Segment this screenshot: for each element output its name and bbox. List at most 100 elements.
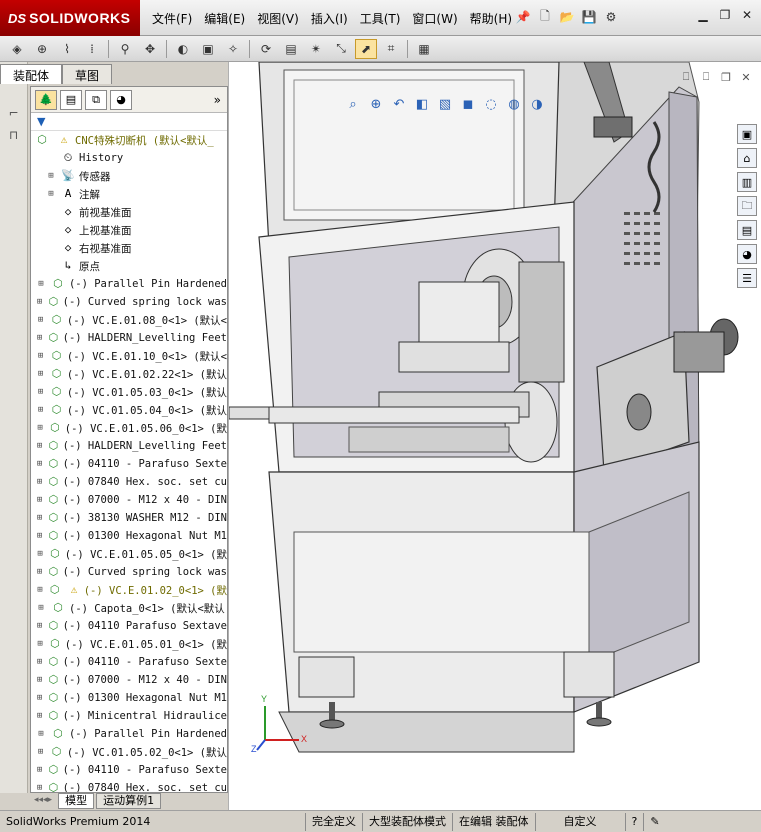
tree-item[interactable]: ⊞ ⬡ (-) HALDERN_Levelling Feet	[31, 329, 227, 347]
menu-insert[interactable]: 插入(I)	[305, 8, 354, 29]
solidworks-logo[interactable]: DS SOLIDWORKS	[0, 0, 140, 36]
tree-item[interactable]: ⊞ ⬡ (-) 38130 WASHER M12 - DIN	[31, 509, 227, 527]
tree-item[interactable]: ⊞ ⬡ (-) VC.E.01.05.05_0<1> (默	[31, 545, 227, 563]
expand-toggle-icon[interactable]: ⊞	[35, 386, 46, 398]
sketch-icon[interactable]: ⌐	[5, 106, 23, 122]
configuration-manager-icon[interactable]: ⧉	[85, 89, 107, 110]
expand-toggle-icon[interactable]: ⊞	[35, 656, 44, 668]
graphics-area[interactable]: ⎕ ⎕ ❐ ✕ ⌕ ⊕ ↶ ◧ ▧ ◼ ◌ ◍ ◑ ▣ ⌂ ▥ 🗀 ▤ ◕ ☰	[228, 62, 761, 810]
tree-item[interactable]: ↳ 原点	[31, 257, 227, 275]
expand-toggle-icon[interactable]: ⊞	[35, 278, 47, 290]
expand-toggle-icon[interactable]: ⊞	[35, 494, 44, 506]
tree-item[interactable]: ⊞ ⬡ (-) HALDERN_Levelling Feet	[31, 437, 227, 455]
menu-file[interactable]: 文件(F)	[146, 8, 198, 29]
previous-view-icon[interactable]: ↶	[389, 94, 409, 114]
dimension-icon[interactable]: ⊓	[5, 128, 23, 144]
expand-toggle-icon[interactable]: ⊞	[35, 530, 44, 542]
tree-item[interactable]: ⊞ ⬡ (-) 04110 - Parafuso Sexte	[31, 455, 227, 473]
tree-item[interactable]: ◇ 上视基准面	[31, 221, 227, 239]
assembly-features-icon[interactable]: ▣	[197, 39, 219, 59]
tree-item[interactable]: ⊞ ⬡ (-) VC.E.01.05.06_0<1> (默	[31, 419, 227, 437]
save-icon[interactable]: 💾	[580, 7, 598, 27]
expand-toggle-icon[interactable]: ⊞	[35, 476, 44, 488]
expand-toggle-icon[interactable]: ⊞	[35, 584, 45, 596]
file-explorer-icon[interactable]: 🗀	[737, 196, 757, 216]
filter-bar[interactable]: ▼	[31, 113, 227, 131]
pin-icon[interactable]: 📌	[514, 7, 532, 27]
view-palette-icon[interactable]: ▤	[737, 220, 757, 240]
property-manager-icon[interactable]: ▤	[60, 89, 82, 110]
quick-tips-icon[interactable]: ✎	[644, 813, 665, 831]
tree-item[interactable]: ⊞ ⬡ (-) VC.E.01.10_0<1> (默认<	[31, 347, 227, 365]
expand-toggle-icon[interactable]: ⊞	[35, 566, 44, 578]
expand-toggle-icon[interactable]: ⊞	[35, 764, 44, 776]
restore-icon[interactable]: ❐	[715, 6, 735, 24]
expand-toggle-icon[interactable]	[45, 242, 57, 254]
tree-item[interactable]: ⊞ ⬡ (-) VC.01.05.04_0<1> (默认	[31, 401, 227, 419]
expand-toggle-icon[interactable]: ⊞	[35, 404, 46, 416]
tree-item[interactable]: ⊞ ⬡ (-) 07840 Hex. soc. set cu	[31, 473, 227, 491]
new-motion-study-icon[interactable]: ⟳	[255, 39, 277, 59]
scene-icon[interactable]: ◑	[527, 94, 547, 114]
instant3d-icon[interactable]: ⬈	[355, 38, 377, 59]
tree-item[interactable]: ⊞ ⬡ (-) VC.01.05.03_0<1> (默认	[31, 383, 227, 401]
filter-icon[interactable]: ▼	[37, 115, 45, 128]
close-icon[interactable]: ✕	[737, 6, 757, 24]
snapshot-icon[interactable]: ▦	[413, 39, 435, 59]
reference-geometry-icon[interactable]: ✧	[222, 39, 244, 59]
show-hidden-icon[interactable]: ◐	[172, 39, 194, 59]
tile-left-icon[interactable]: ⎕	[679, 70, 693, 84]
tree-item[interactable]: ⊞ ⬡ (-) 07000 - M12 x 40 - DIN	[31, 671, 227, 689]
status-custom-units[interactable]: 自定义	[536, 812, 626, 831]
tree-item[interactable]: ⊞ ⬡ (-) Curved spring lock was	[31, 563, 227, 581]
smart-fasteners-icon[interactable]: ⚲	[114, 39, 136, 59]
restore-icon[interactable]: ❐	[719, 70, 733, 84]
tree-item[interactable]: ⊞ ⬡ (-) 07000 - M12 x 40 - DIN	[31, 491, 227, 509]
expand-toggle-icon[interactable]	[45, 224, 57, 236]
tree-item[interactable]: ◇ 右视基准面	[31, 239, 227, 257]
menu-window[interactable]: 窗口(W)	[406, 8, 463, 29]
view-orientation-icon[interactable]: ▧	[435, 94, 455, 114]
tree-item[interactable]: ⊞ ⬡ (-) 07840 Hex. soc. set cu	[31, 779, 227, 792]
expand-toggle-icon[interactable]: ⊞	[35, 602, 47, 614]
options-icon[interactable]: ⚙	[602, 7, 620, 27]
tab-sketch[interactable]: 草图	[62, 64, 113, 84]
tree-item[interactable]: ⊞ ⬡ (-) 01300 Hexagonal Nut M1	[31, 527, 227, 545]
section-view-icon[interactable]: ◧	[412, 94, 432, 114]
bill-of-materials-icon[interactable]: ▤	[280, 39, 302, 59]
tree-item[interactable]: ⊞ ⬡ (-) VC.01.05.02_0<1> (默认	[31, 743, 227, 761]
expand-toggle-icon[interactable]: ⊞	[35, 782, 44, 792]
expand-toggle-icon[interactable]: ⊞	[35, 746, 46, 758]
home-icon[interactable]: ⌂	[737, 148, 757, 168]
expand-toggle-icon[interactable]: ⊞	[35, 296, 44, 308]
tree-item[interactable]: ⊞ ⬡ (-) 04110 Parafuso Sextave	[31, 617, 227, 635]
tree-item[interactable]: ⊞ ⬡ (-) 04110 - Parafuso Sexte	[31, 653, 227, 671]
expand-toggle-icon[interactable]: ⊞	[35, 350, 46, 362]
tree-item[interactable]: ⊞ ⬡ (-) Capota_0<1> (默认<默认	[31, 599, 227, 617]
appearances-icon[interactable]: ◕	[737, 244, 757, 264]
tab-motion-study[interactable]: 运动算例1	[96, 793, 162, 809]
tree-item[interactable]: ⊞ ⬡ (-) VC.E.01.08_0<1> (默认<	[31, 311, 227, 329]
appearance-icon[interactable]: ◍	[504, 94, 524, 114]
menu-edit[interactable]: 编辑(E)	[198, 8, 251, 29]
expand-toggle-icon[interactable]: ⊞	[35, 728, 47, 740]
expand-toggle-icon[interactable]: ⊞	[35, 440, 44, 452]
expand-toggle-icon[interactable]: ⊞	[35, 548, 45, 560]
large-assembly-mode-icon[interactable]: ⌗	[380, 39, 402, 59]
tab-assembly[interactable]: 装配体	[0, 64, 63, 84]
tree-item[interactable]: ⊞ ⬡ ⚠ (-) VC.E.01.02_0<1> (默	[31, 581, 227, 599]
tree-item[interactable]: ⊞ A 注解	[31, 185, 227, 203]
edit-component-icon[interactable]: ◈	[6, 39, 28, 59]
tab-model[interactable]: 模型	[58, 793, 95, 809]
tree-item[interactable]: ⊞ ⬡ (-) 04110 - Parafuso Sexte	[31, 761, 227, 779]
expand-toggle-icon[interactable]	[45, 206, 57, 218]
exploded-view-icon[interactable]: ✴	[305, 39, 327, 59]
new-document-icon[interactable]: 🗋	[536, 7, 554, 27]
mate-icon[interactable]: ⌇	[56, 39, 78, 59]
help-icon[interactable]: ?	[626, 812, 645, 831]
hide-show-items-icon[interactable]: ◌	[481, 94, 501, 114]
tree-item[interactable]: ⊞ ⬡ (-) 01300 Hexagonal Nut M1	[31, 689, 227, 707]
expand-toggle-icon[interactable]: ⊞	[35, 674, 44, 686]
feature-tree-icon[interactable]: 🌲	[35, 89, 57, 110]
tree-item[interactable]: ⊞ 📡 传感器	[31, 167, 227, 185]
